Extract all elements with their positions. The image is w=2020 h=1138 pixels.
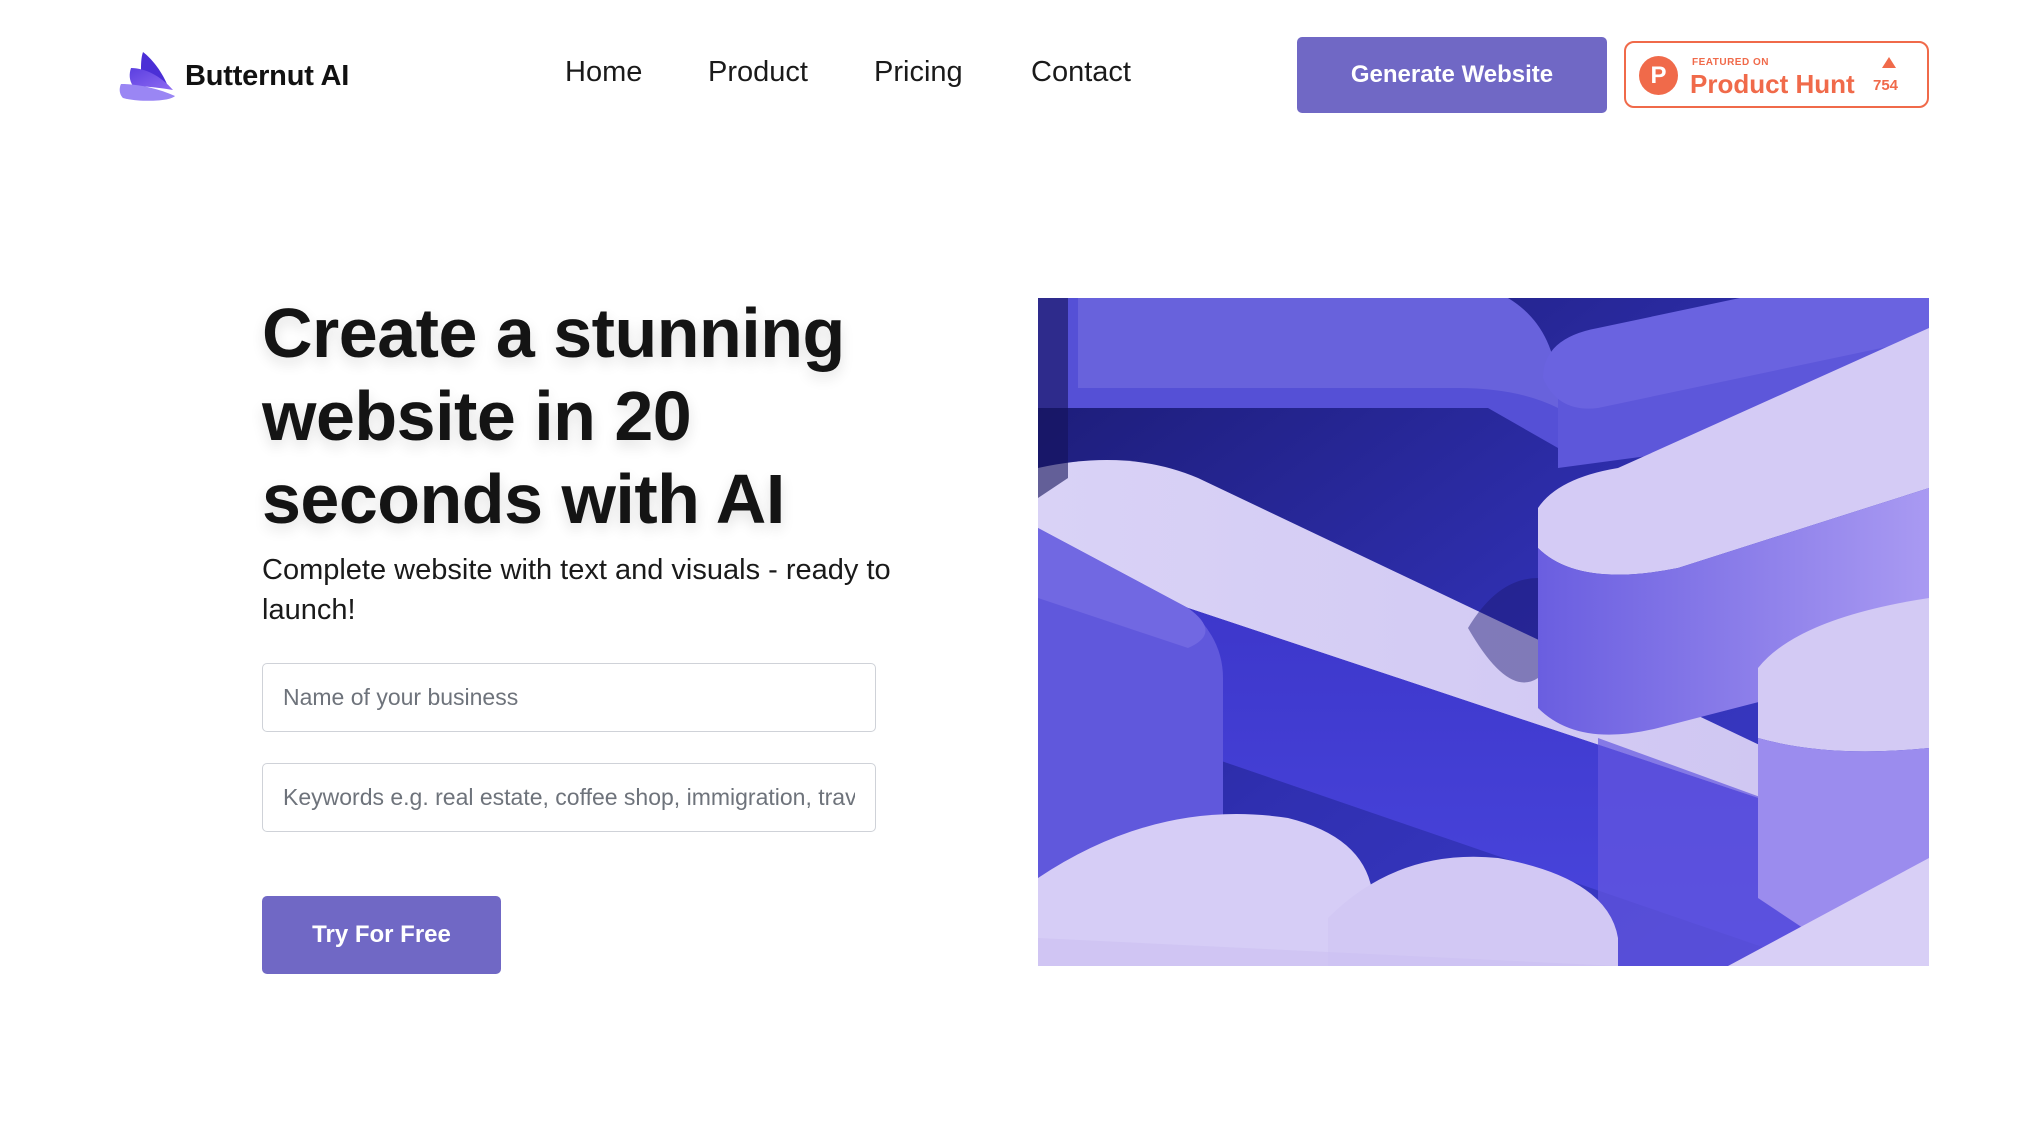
hero-headline: Create a stunning website in 20 seconds … bbox=[262, 294, 845, 538]
try-for-free-button[interactable]: Try For Free bbox=[262, 896, 501, 974]
landing-page: Butternut AI Home Product Pricing Contac… bbox=[0, 0, 2020, 1138]
abstract-3d-shapes-illustration bbox=[1038, 298, 1929, 966]
product-hunt-badge[interactable]: P FEATURED ON Product Hunt 754 bbox=[1624, 41, 1929, 108]
brand-logo[interactable]: Butternut AI bbox=[117, 50, 349, 102]
nav-product[interactable]: Product bbox=[708, 56, 808, 89]
keywords-input[interactable] bbox=[262, 763, 876, 832]
business-name-input[interactable] bbox=[262, 663, 876, 732]
ph-upvote-count: 754 bbox=[1873, 77, 1899, 94]
generate-website-button[interactable]: Generate Website bbox=[1297, 37, 1607, 113]
product-hunt-icon: P bbox=[1639, 56, 1678, 95]
hero-image bbox=[1038, 298, 1929, 966]
ph-name: Product Hunt bbox=[1690, 69, 1855, 99]
nav-pricing[interactable]: Pricing bbox=[874, 56, 963, 89]
hero-subline: Complete website with text and visuals -… bbox=[262, 554, 891, 626]
nav-contact[interactable]: Contact bbox=[1031, 56, 1131, 89]
brand-name: Butternut AI bbox=[185, 59, 350, 92]
upvote-triangle-icon bbox=[1882, 57, 1896, 68]
butternut-wing-icon bbox=[119, 52, 175, 101]
ph-featured-label: FEATURED ON bbox=[1692, 57, 1769, 68]
nav-home[interactable]: Home bbox=[565, 56, 642, 89]
